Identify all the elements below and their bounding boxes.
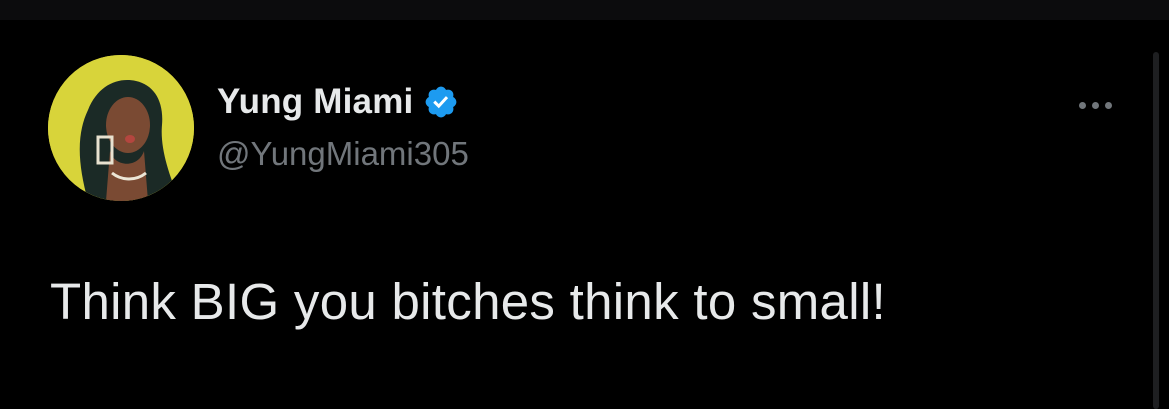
more-horizontal-icon bbox=[1104, 101, 1112, 109]
avatar[interactable] bbox=[48, 55, 194, 201]
tweet-text: Think BIG you bitches think to small! bbox=[50, 273, 886, 330]
verified-badge-icon bbox=[426, 86, 457, 118]
top-bar bbox=[0, 0, 1169, 20]
author-name-row[interactable]: Yung Miami bbox=[217, 80, 459, 124]
scrollbar-track[interactable] bbox=[1145, 20, 1169, 409]
more-options-button[interactable] bbox=[1068, 88, 1122, 122]
avatar-image bbox=[48, 55, 194, 201]
display-name[interactable]: Yung Miami bbox=[217, 82, 413, 122]
author-handle[interactable]: @YungMiami305 bbox=[217, 135, 469, 173]
more-horizontal-icon bbox=[1078, 101, 1086, 109]
more-horizontal-icon bbox=[1091, 101, 1099, 109]
scrollbar-thumb[interactable] bbox=[1153, 52, 1159, 409]
